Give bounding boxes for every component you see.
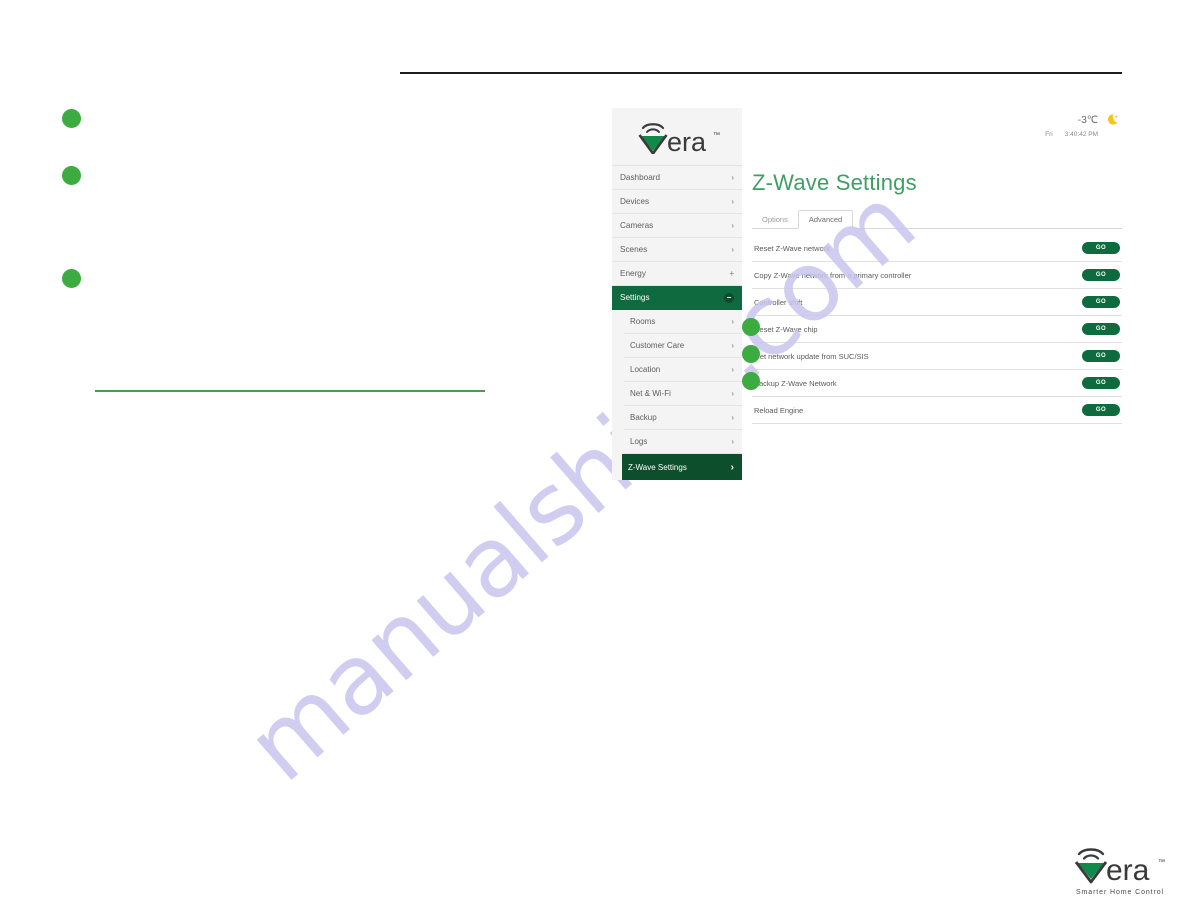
sidebar-item-rooms[interactable]: Rooms ›	[624, 310, 742, 334]
callout-bullet-2	[62, 166, 81, 185]
sidebar-item-net-wifi[interactable]: Net & Wi-Fi ›	[624, 382, 742, 406]
sidebar-item-cameras[interactable]: Cameras ›	[612, 214, 742, 238]
sidebar-item-label: Dashboard	[620, 173, 661, 182]
svg-text:era: era	[1106, 854, 1150, 885]
vera-wifi-triangle-logo: era ™	[1074, 848, 1165, 887]
go-button[interactable]: GO	[1082, 404, 1120, 416]
weather-current: -3℃	[1078, 112, 1122, 128]
sidebar-subitem-label: Customer Care	[630, 341, 685, 350]
callout-bullet-3	[62, 269, 81, 288]
chevron-right-icon: ›	[731, 221, 734, 230]
moon-icon	[1108, 114, 1118, 125]
chevron-right-icon: ›	[731, 341, 734, 350]
weather-time: 3:40:42 PM	[1064, 131, 1098, 138]
sidebar-item-dashboard[interactable]: Dashboard ›	[612, 166, 742, 190]
sidebar-subitem-label: Location	[630, 365, 661, 374]
tab-options[interactable]: Options	[752, 211, 798, 228]
row-callout-bullet-2	[742, 345, 760, 363]
chevron-right-icon: ›	[731, 437, 734, 446]
weather-day: Fri	[1045, 131, 1053, 138]
page-title: Z-Wave Settings	[752, 170, 917, 195]
sidebar-item-zwave-settings[interactable]: Z-Wave Settings ›	[622, 454, 742, 480]
svg-text:era: era	[667, 127, 707, 154]
green-divider	[95, 390, 485, 392]
sidebar-submenu: Rooms › Customer Care › Location › Net &…	[612, 310, 742, 480]
chevron-right-icon: ›	[731, 389, 734, 398]
settings-row-label: Reset Z-Wave chip	[754, 324, 818, 334]
settings-row: Copy Z-Wave network from a primary contr…	[752, 262, 1122, 289]
go-button[interactable]: GO	[1082, 242, 1120, 254]
sidebar-item-scenes[interactable]: Scenes ›	[612, 238, 742, 262]
settings-row: Reset Z-Wave network GO	[752, 235, 1122, 262]
page-root: manualshive.com era ™ Dashboard › Device…	[0, 0, 1188, 918]
footer-tagline: Smarter Home Control	[1075, 889, 1165, 896]
chevron-right-icon: ›	[731, 173, 734, 182]
chevron-right-icon: ›	[731, 413, 734, 422]
vera-wifi-triangle-logo: era ™	[638, 122, 720, 154]
go-button[interactable]: GO	[1082, 350, 1120, 362]
sidebar-item-logs[interactable]: Logs ›	[624, 430, 742, 454]
go-button[interactable]: GO	[1082, 323, 1120, 335]
callout-bullet-1	[62, 109, 81, 128]
sidebar-item-customer-care[interactable]: Customer Care ›	[624, 334, 742, 358]
sidebar-item-label: Cameras	[620, 221, 654, 230]
row-callout-bullet-3	[742, 372, 760, 390]
sidebar-item-label: Energy	[620, 269, 646, 278]
weather-widget: -3℃ Fri 3:40:42 PM	[1045, 112, 1122, 138]
go-button[interactable]: GO	[1082, 269, 1120, 281]
sidebar-subitem-label: Z-Wave Settings	[628, 462, 687, 472]
chevron-right-icon: ›	[731, 365, 734, 374]
footer-logo: era ™ Smarter Home Control	[1068, 845, 1172, 896]
settings-row-label: Get network update from SUC/SIS	[754, 351, 869, 361]
tab-bar: Options Advanced	[752, 207, 1122, 229]
temperature-value: -3℃	[1077, 114, 1098, 126]
sidebar-item-location[interactable]: Location ›	[624, 358, 742, 382]
settings-row-label: Controller shift	[754, 297, 803, 307]
settings-row: Reload Engine GO	[752, 397, 1122, 424]
chevron-right-icon: ›	[731, 197, 734, 206]
svg-text:™: ™	[713, 132, 720, 139]
chevron-right-icon: ›	[730, 461, 734, 473]
tab-advanced[interactable]: Advanced	[797, 210, 854, 229]
minus-icon[interactable]: −	[724, 292, 734, 303]
settings-row: Backup Z-Wave Network GO	[752, 370, 1122, 397]
sidebar: era ™ Dashboard › Devices › Cameras › Sc…	[612, 108, 742, 480]
sidebar-item-devices[interactable]: Devices ›	[612, 190, 742, 214]
go-button[interactable]: GO	[1082, 296, 1120, 308]
plus-icon: +	[729, 269, 734, 278]
sidebar-subitem-label: Net & Wi-Fi	[630, 389, 671, 398]
settings-row: Get network update from SUC/SIS GO	[752, 343, 1122, 370]
sidebar-item-label: Scenes	[620, 245, 648, 254]
settings-row-label: Copy Z-Wave network from a primary contr…	[754, 270, 912, 280]
sidebar-logo: era ™	[612, 108, 742, 166]
settings-row: Reset Z-Wave chip GO	[752, 316, 1122, 343]
settings-row-label: Backup Z-Wave Network	[754, 378, 837, 388]
sidebar-subitem-label: Logs	[630, 437, 648, 446]
settings-rows: Reset Z-Wave network GO Copy Z-Wave netw…	[752, 235, 1122, 424]
settings-row: Controller shift GO	[752, 289, 1122, 316]
settings-row-label: Reload Engine	[754, 405, 804, 415]
chevron-right-icon: ›	[731, 245, 734, 254]
weather-timestamp: Fri 3:40:42 PM	[1045, 131, 1098, 138]
sidebar-subitem-label: Backup	[630, 413, 657, 422]
chevron-right-icon: ›	[731, 317, 734, 326]
svg-text:™: ™	[1158, 859, 1165, 866]
settings-row-label: Reset Z-Wave network	[754, 243, 830, 253]
row-callout-bullet-1	[742, 318, 760, 336]
sidebar-item-label: Devices	[620, 197, 650, 206]
sidebar-item-energy[interactable]: Energy +	[612, 262, 742, 286]
sidebar-item-label: Settings	[620, 293, 650, 302]
sidebar-item-backup[interactable]: Backup ›	[624, 406, 742, 430]
top-divider	[400, 72, 1122, 74]
sidebar-subitem-label: Rooms	[630, 317, 656, 326]
sidebar-item-settings[interactable]: Settings −	[612, 286, 742, 310]
go-button[interactable]: GO	[1082, 377, 1120, 389]
